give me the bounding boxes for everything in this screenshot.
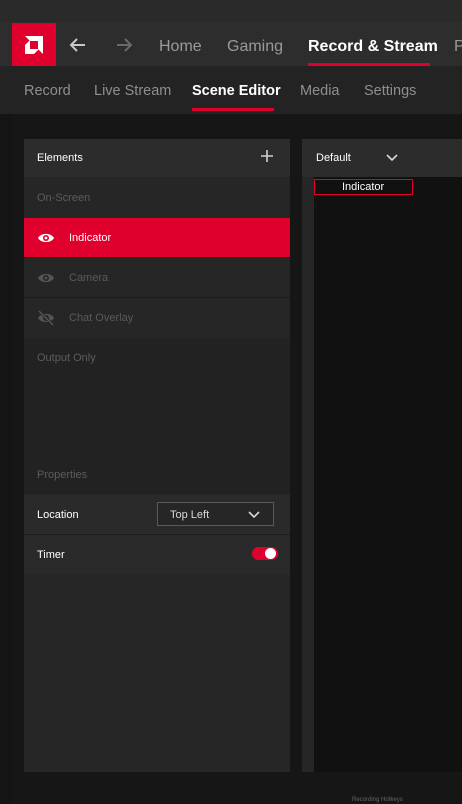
tab-active-indicator xyxy=(192,108,274,111)
element-label-chat-overlay: Chat Overlay xyxy=(69,312,134,324)
element-label-camera: Camera xyxy=(69,272,109,284)
output-only-label: Output Only xyxy=(37,352,96,364)
elements-title: Elements xyxy=(37,152,83,164)
tab-scene-editor[interactable]: Scene Editor xyxy=(192,83,281,99)
scene-select-value[interactable]: Default xyxy=(316,152,351,164)
eye-off-icon[interactable] xyxy=(37,309,55,327)
tab-live-stream[interactable]: Live Stream xyxy=(94,83,171,99)
eye-icon[interactable] xyxy=(37,269,55,287)
chevron-down-icon[interactable] xyxy=(385,153,399,163)
element-label-indicator: Indicator xyxy=(69,232,112,244)
properties-title: Properties xyxy=(37,469,88,481)
tab-record[interactable]: Record xyxy=(24,83,71,99)
forward-button[interactable] xyxy=(112,33,136,57)
indicator-overlay-label: Indicator xyxy=(342,181,385,193)
footer-hint: Recording Hotkeys xyxy=(352,797,403,803)
element-row-chat-overlay[interactable] xyxy=(24,298,290,337)
add-element-button[interactable] xyxy=(259,148,275,164)
timer-label: Timer xyxy=(37,549,65,561)
tab-settings[interactable]: Settings xyxy=(364,83,416,99)
location-value: Top Left xyxy=(170,509,210,521)
nav-record-stream[interactable]: Record & Stream xyxy=(308,38,438,56)
scene-preview[interactable] xyxy=(314,177,462,772)
chevron-down-icon xyxy=(248,511,260,519)
element-row-camera[interactable] xyxy=(24,258,290,297)
timer-toggle-knob xyxy=(265,548,276,559)
arrow-left-icon xyxy=(69,38,85,52)
on-screen-label: On-Screen xyxy=(37,192,91,204)
tab-media[interactable]: Media xyxy=(300,83,340,99)
element-row-indicator[interactable] xyxy=(24,218,290,257)
title-bar xyxy=(0,0,462,22)
nav-home[interactable]: Home xyxy=(159,38,202,56)
nav-overflow-item[interactable]: P xyxy=(454,38,462,56)
amd-logo-icon xyxy=(25,35,43,54)
nav-gaming[interactable]: Gaming xyxy=(227,38,283,56)
eye-icon[interactable] xyxy=(37,229,55,247)
amd-logo[interactable] xyxy=(12,23,56,66)
arrow-right-icon xyxy=(117,38,133,52)
back-button[interactable] xyxy=(66,33,90,57)
location-label: Location xyxy=(37,509,79,521)
